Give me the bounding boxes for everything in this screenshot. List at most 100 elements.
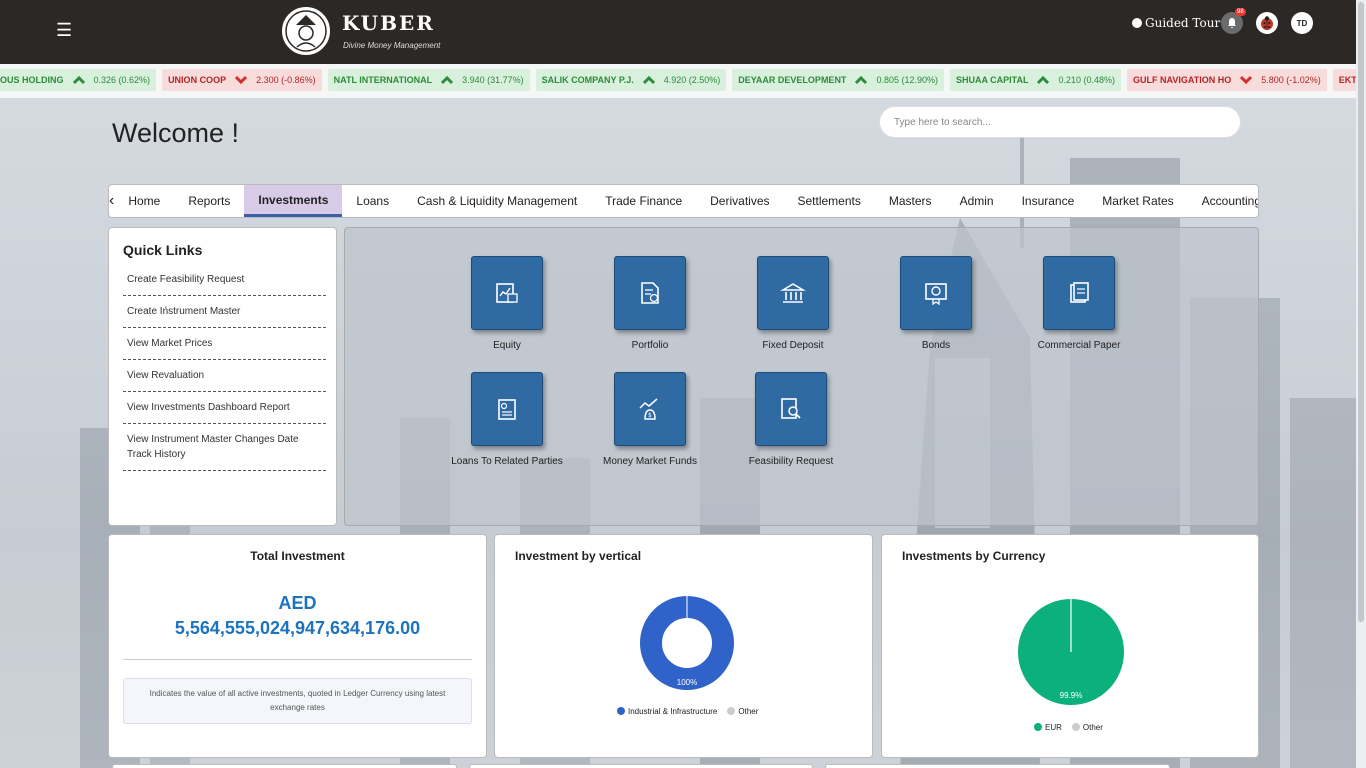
module-label: Portfolio <box>631 340 669 351</box>
ticker-item[interactable]: GULF NAVIGATION HO 5.800 (-1.02%) <box>1127 69 1327 91</box>
module-loans-to-related-parties[interactable]: Loans To Related Parties <box>437 372 577 467</box>
legend-item-other[interactable]: Other <box>727 707 758 716</box>
module-label: Commercial Paper <box>1037 340 1121 351</box>
hamburger-menu-icon[interactable]: ☰ <box>56 20 72 41</box>
scrollbar-thumb[interactable] <box>1358 2 1364 622</box>
top-navbar: ☰ KUBER Divine Money Management Guided T… <box>0 0 1356 64</box>
total-investment-title: Total Investment <box>250 549 345 563</box>
ticker-item[interactable]: OUS HOLDING 0.326 (0.62%) <box>0 69 157 91</box>
legend-item-industrial[interactable]: Industrial & Infrastructure <box>617 707 717 716</box>
module-fixed-deposit[interactable]: Fixed Deposit <box>723 256 863 351</box>
tab-loans[interactable]: Loans <box>342 185 403 217</box>
quick-links-title: Quick Links <box>123 242 203 258</box>
ticker-item[interactable]: UNION COOP 2.300 (-0.86%) <box>162 69 322 91</box>
divider <box>123 659 472 660</box>
ticker-value: 0.805 (12.90%) <box>876 75 938 85</box>
tab-insurance[interactable]: Insurance <box>1008 185 1089 217</box>
total-investment-note: Indicates the value of all active invest… <box>123 678 472 724</box>
arrow-up-icon <box>855 75 868 85</box>
quick-link-create-feasibility-request[interactable]: Create Feasibility Request <box>123 272 326 296</box>
total-investment-currency: AED <box>278 593 317 613</box>
tab-market-rates[interactable]: Market Rates <box>1088 185 1187 217</box>
tab-home[interactable]: Home <box>114 185 174 217</box>
module-label: Feasibility Request <box>748 456 834 467</box>
tab-masters[interactable]: Masters <box>875 185 946 217</box>
notification-count-badge: 98 <box>1235 8 1246 16</box>
total-investment-card: Total Investment AED 5,564,555,024,947,6… <box>108 534 487 758</box>
globe-icon <box>1132 18 1142 28</box>
total-investment-value: 5,564,555,024,947,634,176.00 <box>174 618 421 638</box>
currency-chart-title: Investments by Currency <box>902 549 1046 563</box>
ticker-value: 4.920 (2.50%) <box>663 75 721 85</box>
ticker-symbol: OUS HOLDING <box>0 75 64 85</box>
tab-reports[interactable]: Reports <box>174 185 244 217</box>
module-money-market-funds[interactable]: $ Money Market Funds <box>580 372 720 467</box>
tab-derivatives[interactable]: Derivatives <box>696 185 783 217</box>
module-portfolio[interactable]: Portfolio <box>580 256 720 351</box>
page-scrollbar[interactable] <box>1356 0 1366 768</box>
ladybug-icon[interactable] <box>1256 12 1278 34</box>
arrow-up-icon <box>642 75 655 85</box>
module-commercial-paper[interactable]: Commercial Paper <box>1009 256 1149 351</box>
ticker-value: 3.940 (31.77%) <box>462 75 524 85</box>
pie-slice-label: 99.9% <box>1060 691 1083 700</box>
stock-ticker: OUS HOLDING 0.326 (0.62%) UNION COOP 2.300 … <box>0 64 1356 98</box>
svg-text:$: $ <box>648 412 652 419</box>
guided-tour-button[interactable]: Guided Tour <box>1132 16 1220 30</box>
arrow-up-icon <box>72 75 85 85</box>
module-label: Bonds <box>921 340 951 351</box>
ticker-symbol: DEYAAR DEVELOPMENT <box>738 75 847 85</box>
vertical-donut-chart[interactable]: 100% <box>639 595 735 691</box>
ticker-item[interactable]: SHUAA CAPITAL 0.210 (0.48%) <box>949 69 1122 91</box>
tab-investments[interactable]: Investments <box>244 185 343 217</box>
legend-item-other[interactable]: Other <box>1071 723 1103 732</box>
ticker-value: 2.300 (-0.86%) <box>256 75 316 85</box>
module-feasibility-request[interactable]: Feasibility Request <box>721 372 861 467</box>
ticker-symbol: EKTTITAB HOLDING C <box>1338 75 1356 85</box>
ticker-item[interactable]: NATL INTERNATIONAL 3.940 (31.77%) <box>327 69 530 91</box>
ticker-symbol: SHUAA CAPITAL <box>955 75 1029 85</box>
brand-tagline: Divine Money Management <box>343 41 441 50</box>
legend-item-eur[interactable]: EUR <box>1034 723 1062 732</box>
ticker-value: 5.800 (-1.02%) <box>1261 75 1321 85</box>
tab-trade-finance[interactable]: Trade Finance <box>591 185 696 217</box>
module-bonds[interactable]: Bonds <box>866 256 1006 351</box>
tab-accounting[interactable]: Accounting <box>1188 185 1258 217</box>
quick-link-view-revaluation[interactable]: View Revaluation <box>123 368 326 392</box>
welcome-heading: Welcome ! <box>112 118 240 148</box>
investments-by-currency-card: Investments by Currency 99.9% EUR Other <box>881 534 1259 758</box>
quick-link-view-investments-dashboard-report[interactable]: View Investments Dashboard Report <box>123 400 326 424</box>
ticker-item[interactable]: DEYAAR DEVELOPMENT 0.805 (12.90%) <box>732 69 944 91</box>
search-input[interactable] <box>879 106 1241 138</box>
ticker-item[interactable]: SALIK COMPANY P.J. 4.920 (2.50%) <box>535 69 727 91</box>
currency-chart-legend: EUR Other <box>1034 723 1103 732</box>
module-tabs: ‹ Home Reports Investments Loans Cash & … <box>108 184 1259 218</box>
donut-slice-label: 100% <box>677 678 697 687</box>
module-equity[interactable]: Equity <box>437 256 577 351</box>
user-avatar[interactable]: TD <box>1291 12 1313 34</box>
ticker-value: 0.210 (0.48%) <box>1058 75 1116 85</box>
arrow-up-icon <box>1037 75 1050 85</box>
arrow-down-icon <box>235 75 248 85</box>
ticker-item[interactable]: EKTTITAB HOLDING C0.1 <box>1332 69 1356 91</box>
portfolio-icon <box>641 282 659 304</box>
search-document-icon <box>781 398 801 419</box>
quick-links-panel: Quick Links Create Feasibility Request C… <box>108 227 337 526</box>
quick-link-view-instrument-master-changes[interactable]: View Instrument Master Changes Date Trac… <box>123 432 326 471</box>
ticker-symbol: NATL INTERNATIONAL <box>333 75 433 85</box>
guided-tour-label: Guided Tour <box>1145 16 1221 30</box>
kuber-logo <box>282 7 330 55</box>
lower-card-edge <box>825 764 1170 768</box>
currency-pie-chart[interactable]: 99.9% <box>1016 597 1126 707</box>
bank-icon <box>780 283 806 303</box>
tab-cash-liquidity-management[interactable]: Cash & Liquidity Management <box>403 185 591 217</box>
quick-link-view-market-prices[interactable]: View Market Prices <box>123 336 326 360</box>
lower-card-edge <box>469 764 813 768</box>
module-label: Money Market Funds <box>603 456 697 467</box>
arrow-up-icon <box>441 75 454 85</box>
equity-icon <box>496 283 518 303</box>
quick-link-create-instrument-master[interactable]: Create Iństrument Master <box>123 304 326 328</box>
arrow-down-icon <box>1240 75 1253 85</box>
tab-settlements[interactable]: Settlements <box>784 185 875 217</box>
tab-admin[interactable]: Admin <box>946 185 1008 217</box>
